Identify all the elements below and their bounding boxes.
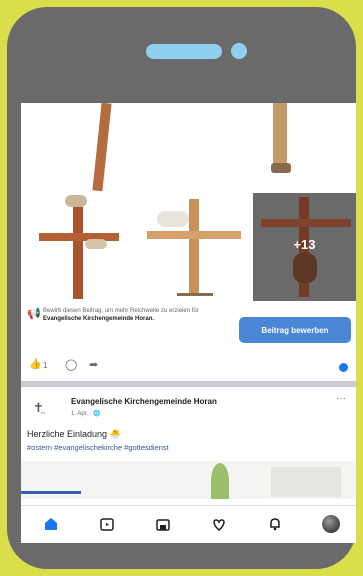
like-icon[interactable]: 👍 <box>29 359 41 370</box>
like-count: 1 <box>43 361 48 370</box>
preview-card <box>271 467 341 497</box>
post-photo-top[interactable] <box>21 103 356 192</box>
megaphone-icon: 📢 <box>27 308 41 320</box>
wooden-cross-base <box>271 163 291 173</box>
post-photo-more[interactable]: +13 <box>253 193 356 301</box>
promo-page-name: Evangelische Kirchengemeinde Horan. <box>43 316 155 322</box>
marketplace-icon[interactable] <box>151 512 175 536</box>
post-photo[interactable] <box>21 193 135 301</box>
reaction-bar: 👍 1 ◯ ➦ <box>21 357 356 377</box>
post-author[interactable]: Evangelische Kirchengemeinde Horan <box>71 397 217 406</box>
post-preview-image[interactable] <box>21 461 356 499</box>
boost-promo: 📢 Bewirb diesen Beitrag, um mehr Reichwe… <box>21 303 356 353</box>
preview-leaf <box>211 463 229 499</box>
preview-stripe <box>21 491 81 494</box>
boost-post-button[interactable]: Beitrag bewerben <box>239 317 351 343</box>
church-logo[interactable]: ✝ ev. <box>29 395 57 423</box>
profile-avatar[interactable] <box>319 512 343 536</box>
speaker-slot <box>146 44 222 59</box>
post-meta: 1. Apr. · 🌐 <box>71 410 101 417</box>
post-hashtags[interactable]: #ostern #evangelischekirche #gottesdiens… <box>27 443 169 452</box>
more-photos-count: +13 <box>293 237 316 252</box>
dating-icon[interactable] <box>207 512 231 536</box>
share-icon[interactable]: ➦ <box>89 358 98 371</box>
more-options-icon[interactable]: ··· <box>336 393 346 404</box>
avatar <box>322 515 340 533</box>
wooden-cross <box>273 103 287 165</box>
facebook-screen: +13 📢 Bewirb diesen Beitrag, um mehr Rei… <box>21 103 356 543</box>
post-text: Herzliche Einladung 🐣 <box>27 429 121 439</box>
reaction-indicator-icon <box>339 363 348 372</box>
phone-frame: +13 📢 Bewirb diesen Beitrag, um mehr Rei… <box>7 7 356 569</box>
home-icon[interactable] <box>39 512 63 536</box>
globe-icon: 🌐 <box>93 411 101 417</box>
video-icon[interactable] <box>95 512 119 536</box>
wooden-cross <box>92 103 112 192</box>
bottom-tab-bar <box>21 505 356 543</box>
front-camera <box>231 43 247 59</box>
post-date: 1. Apr. · <box>71 411 94 417</box>
logo-text: ev. <box>41 410 47 415</box>
promo-description: Bewirb diesen Beitrag, um mehr Reichweit… <box>43 308 199 314</box>
post-photo[interactable] <box>137 193 251 301</box>
promo-text: Bewirb diesen Beitrag, um mehr Reichweit… <box>43 307 233 323</box>
bell-icon[interactable] <box>263 512 287 536</box>
comment-icon[interactable]: ◯ <box>65 358 77 371</box>
